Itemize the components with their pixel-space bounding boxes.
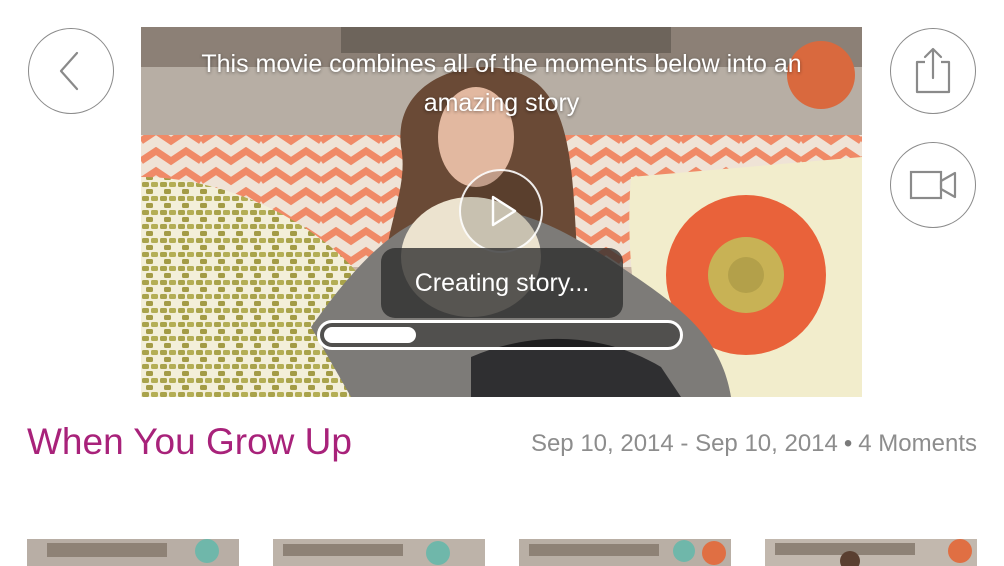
creating-story-status: Creating story... [381, 248, 623, 318]
moment-thumbnail-image [765, 539, 977, 566]
share-button[interactable] [890, 28, 976, 114]
moment-thumbnail-image [273, 539, 485, 566]
back-button[interactable] [28, 28, 114, 114]
play-icon [491, 195, 517, 227]
chevron-left-icon [59, 51, 79, 91]
moment-thumbnail[interactable] [27, 539, 239, 566]
video-caption: This movie combines all of the moments b… [201, 50, 802, 117]
moment-thumbnail-image [27, 539, 239, 566]
moments-thumbnail-strip [0, 539, 1004, 566]
moment-thumbnail[interactable] [273, 539, 485, 566]
share-icon [915, 47, 951, 94]
story-moment-count: 4 Moments [858, 430, 977, 457]
moment-thumbnail-image [519, 539, 731, 566]
story-meta: Sep 10, 2014 - Sep 10, 2014 • 4 Moments [531, 430, 977, 458]
story-video-preview[interactable]: This movie combines all of the moments b… [141, 27, 862, 397]
record-video-button[interactable] [890, 142, 976, 228]
moment-thumbnail[interactable] [765, 539, 977, 566]
play-button[interactable] [459, 169, 543, 253]
story-progress-fill [324, 327, 416, 343]
moment-thumbnail[interactable] [519, 539, 731, 566]
story-title: When You Grow Up [27, 421, 352, 462]
story-date-range: Sep 10, 2014 - Sep 10, 2014 [530, 430, 838, 457]
video-camera-icon [909, 170, 957, 200]
story-progress-bar [317, 320, 683, 350]
meta-separator: • [843, 430, 853, 457]
